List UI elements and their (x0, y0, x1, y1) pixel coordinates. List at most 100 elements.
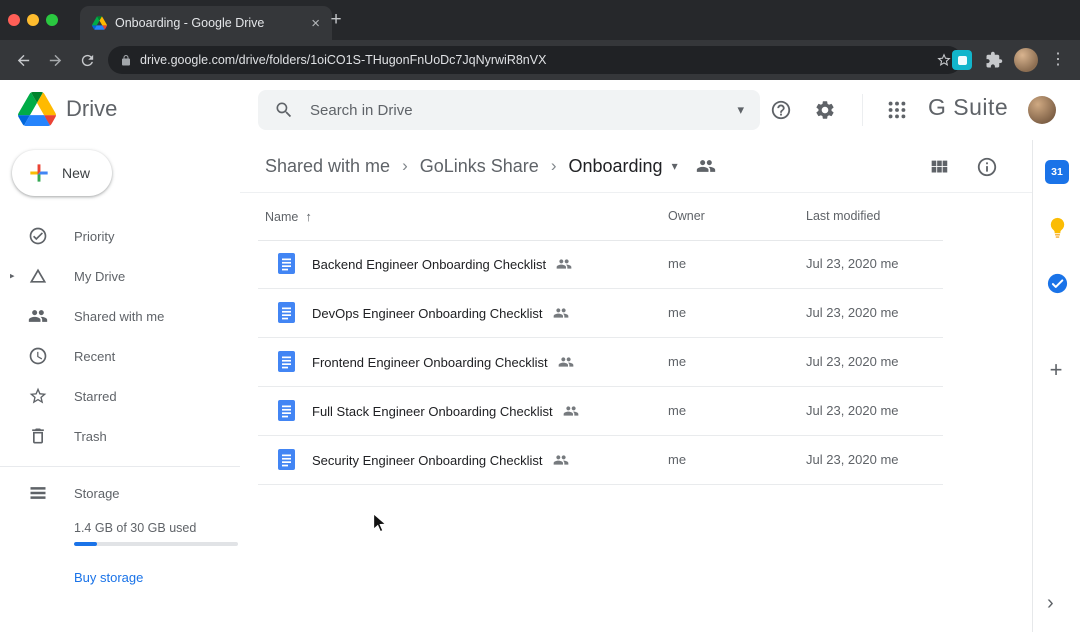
sidebar-item-label: Recent (74, 349, 115, 364)
table-row[interactable]: Frontend Engineer Onboarding Checklist m… (258, 338, 943, 387)
browser-toolbar: drive.google.com/drive/folders/1oiCO1S-T… (0, 40, 1080, 80)
sidebar-item-label: Shared with me (74, 309, 164, 324)
sidebar-item-storage[interactable]: Storage (0, 473, 240, 513)
sidebar-item-label: My Drive (74, 269, 125, 284)
drive-home-link[interactable]: Drive (18, 92, 117, 126)
search-bar[interactable]: ▾ (258, 90, 760, 130)
minimize-window-button[interactable] (27, 14, 39, 26)
help-icon[interactable] (770, 99, 792, 121)
colored-plus-icon (26, 160, 52, 186)
file-owner: me (668, 387, 686, 435)
search-input[interactable] (308, 101, 723, 120)
browser-extension-icon[interactable] (952, 50, 972, 70)
tasks-icon[interactable] (1046, 272, 1069, 295)
sidebar-item-priority[interactable]: Priority (0, 216, 240, 256)
file-name-cell: Frontend Engineer Onboarding Checklist (312, 338, 574, 386)
bookmark-star-icon[interactable] (936, 52, 952, 68)
file-last-modified: Jul 23, 2020 me (806, 289, 899, 337)
header-divider (862, 94, 863, 126)
browser-profile-avatar[interactable] (1014, 48, 1038, 72)
folder-menu-caret-icon[interactable]: ▾ (672, 159, 678, 173)
sidebar-item-recent[interactable]: Recent (0, 336, 240, 376)
sidebar-item-label: Trash (74, 429, 107, 444)
browser-tab[interactable]: Onboarding - Google Drive × (80, 6, 332, 40)
screen: Onboarding - Google Drive × + drive.goog… (0, 0, 1080, 632)
breadcrumb-separator-icon: › (551, 156, 557, 176)
account-avatar[interactable] (1028, 96, 1056, 124)
forward-button[interactable] (40, 50, 70, 70)
grid-view-icon[interactable] (928, 156, 950, 178)
google-docs-icon (278, 400, 295, 421)
google-docs-icon (278, 253, 295, 274)
google-docs-icon (278, 302, 295, 323)
search-icon[interactable] (274, 100, 294, 120)
google-apps-grid-icon[interactable] (886, 99, 908, 121)
close-tab-icon[interactable]: × (307, 16, 324, 31)
url-text: drive.google.com/drive/folders/1oiCO1S-T… (140, 53, 546, 67)
breadcrumb-golinks-share[interactable]: GoLinks Share (420, 156, 539, 177)
google-docs-icon (278, 449, 295, 470)
expand-arrow-icon[interactable]: ▸ (10, 271, 15, 282)
mouse-cursor (372, 512, 390, 536)
file-name-cell: Backend Engineer Onboarding Checklist (312, 240, 572, 288)
sidebar-item-shared-with-me[interactable]: Shared with me (0, 296, 240, 336)
file-name-cell: Full Stack Engineer Onboarding Checklist (312, 387, 579, 435)
shared-people-icon (563, 403, 579, 419)
table-row[interactable]: DevOps Engineer Onboarding Checklist me … (258, 289, 943, 338)
storage-label: Storage (74, 486, 120, 501)
settings-gear-icon[interactable] (814, 99, 836, 121)
sidebar-item-label: Priority (74, 229, 114, 244)
buy-storage-link[interactable]: Buy storage (74, 570, 143, 585)
storage-progress-fill (74, 542, 97, 546)
file-last-modified: Jul 23, 2020 me (806, 436, 899, 484)
priority-check-icon (28, 226, 48, 246)
shared-people-icon (553, 452, 569, 468)
app-name: Drive (66, 96, 117, 122)
calendar-icon[interactable]: 31 (1045, 160, 1069, 184)
keep-lightbulb-icon[interactable] (1046, 216, 1069, 239)
drive-logo-icon (18, 92, 56, 126)
breadcrumb-current-folder[interactable]: Onboarding (568, 156, 662, 177)
star-icon (28, 386, 48, 406)
back-button[interactable] (8, 50, 38, 70)
main-content: Shared with me › GoLinks Share › Onboard… (240, 140, 1032, 632)
breadcrumb-shared-with-me[interactable]: Shared with me (265, 156, 390, 177)
file-owner: me (668, 240, 686, 288)
column-header-name[interactable]: Name ↑ (265, 193, 312, 240)
fullscreen-window-button[interactable] (46, 14, 58, 26)
search-options-caret-icon[interactable]: ▾ (737, 102, 744, 118)
file-owner: me (668, 289, 686, 337)
address-bar[interactable]: drive.google.com/drive/folders/1oiCO1S-T… (108, 46, 962, 74)
storage-progress-bar (74, 542, 238, 546)
storage-usage-text: 1.4 GB of 30 GB used (74, 521, 196, 535)
sidebar-item-trash[interactable]: Trash (0, 416, 240, 456)
table-row[interactable]: Full Stack Engineer Onboarding Checklist… (258, 387, 943, 436)
file-owner: me (668, 436, 686, 484)
file-last-modified: Jul 23, 2020 me (806, 338, 899, 386)
https-lock-icon[interactable] (120, 54, 132, 67)
file-name: Frontend Engineer Onboarding Checklist (312, 355, 548, 370)
file-name: DevOps Engineer Onboarding Checklist (312, 306, 543, 321)
get-addons-plus-icon[interactable]: + (1044, 358, 1068, 382)
reload-button[interactable] (72, 50, 102, 70)
sidebar-item-starred[interactable]: Starred (0, 376, 240, 416)
file-list: Backend Engineer Onboarding Checklist me… (258, 240, 943, 485)
reload-icon (79, 52, 96, 69)
new-tab-button[interactable]: + (324, 8, 348, 32)
collapse-panel-icon[interactable]: › (1047, 592, 1054, 615)
drive-header: Drive ▾ G Suite (0, 80, 1080, 140)
sidebar-nav: Priority ▸ My Drive Shared with me Recen… (0, 216, 240, 456)
sidebar-item-my-drive[interactable]: ▸ My Drive (0, 256, 240, 296)
info-icon[interactable] (976, 156, 998, 178)
new-button[interactable]: New (12, 150, 112, 196)
column-name-label: Name (265, 210, 298, 224)
tab-title: Onboarding - Google Drive (115, 16, 299, 30)
extensions-puzzle-icon[interactable] (985, 51, 1003, 69)
close-window-button[interactable] (8, 14, 20, 26)
drive-favicon-icon (92, 16, 107, 30)
table-row[interactable]: Backend Engineer Onboarding Checklist me… (258, 240, 943, 289)
side-panel: 31 + › (1032, 140, 1080, 632)
file-name-cell: Security Engineer Onboarding Checklist (312, 436, 569, 484)
browser-menu-icon[interactable]: ⋮ (1050, 49, 1066, 71)
table-row[interactable]: Security Engineer Onboarding Checklist m… (258, 436, 943, 485)
